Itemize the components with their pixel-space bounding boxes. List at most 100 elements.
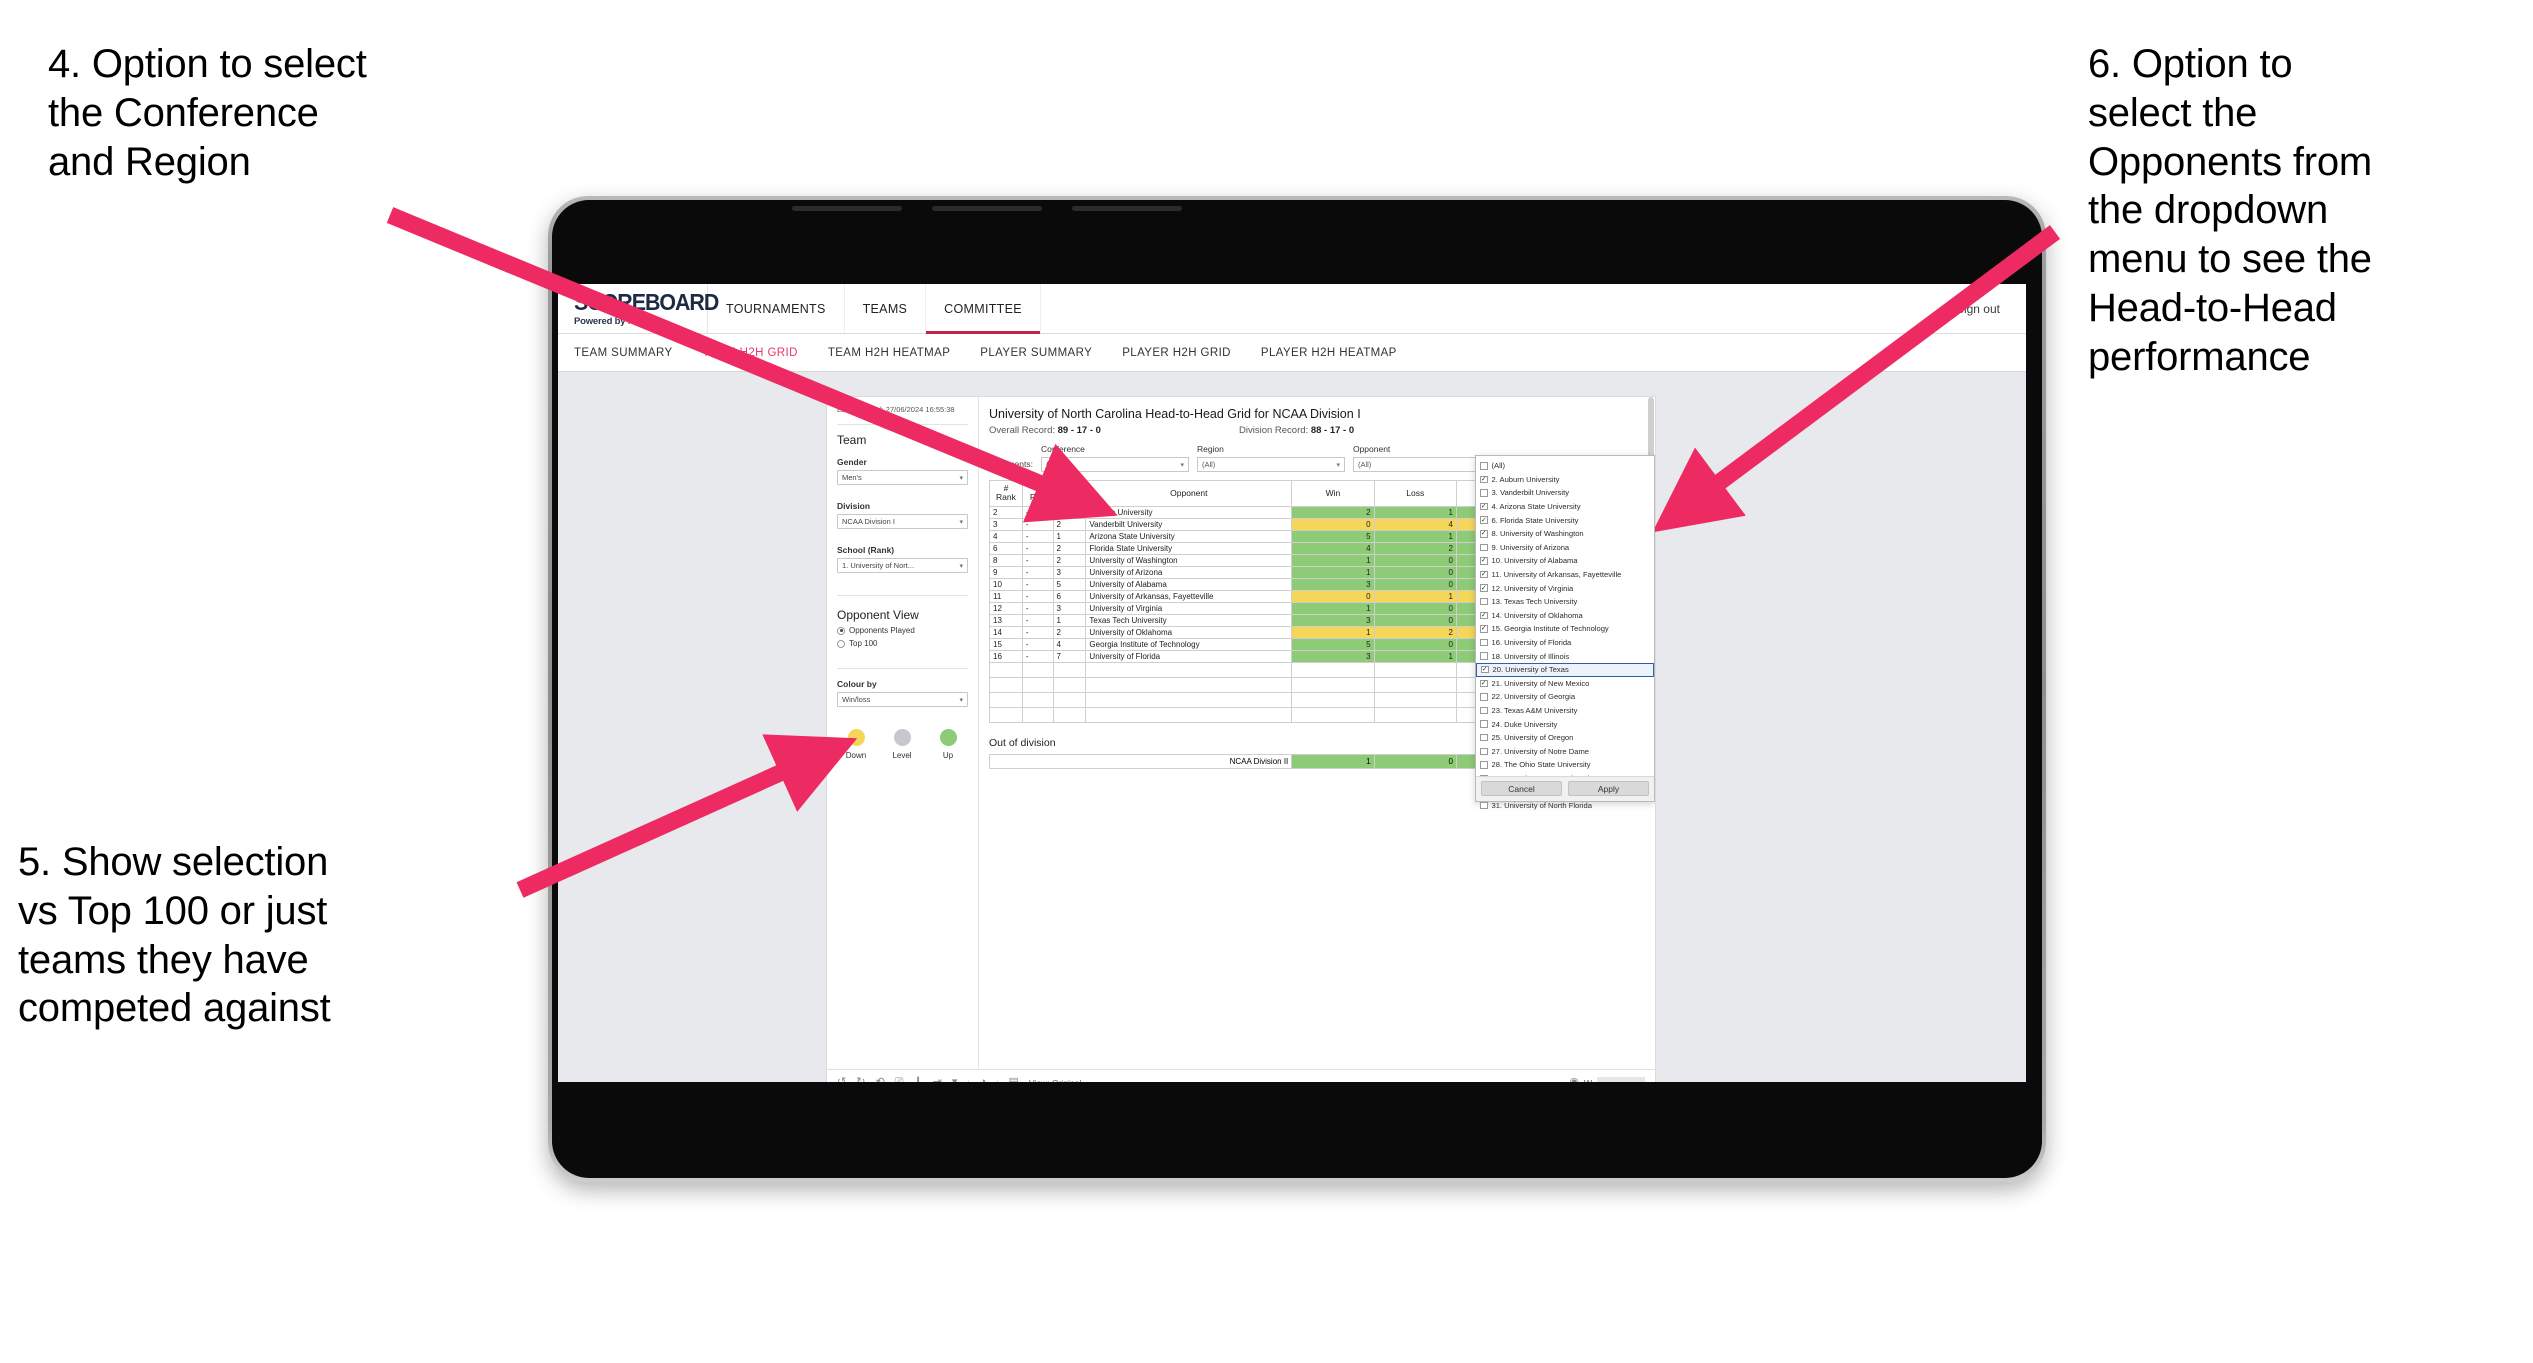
opponent-option[interactable]: 28. The Ohio State University bbox=[1476, 758, 1654, 772]
pause-updates-icon[interactable]: ❙ bbox=[913, 1077, 922, 1083]
opponent-option[interactable]: ✓ 10. University of Alabama bbox=[1476, 554, 1654, 568]
checkbox-icon[interactable] bbox=[1480, 597, 1488, 606]
opponent-option[interactable]: ✓ 11. University of Arkansas, Fayettevill… bbox=[1476, 568, 1654, 582]
table-row[interactable]: 14-2 University of Oklahoma 1 2 bbox=[989, 625, 1505, 639]
opponent-option[interactable]: 9. University of Arizona bbox=[1476, 541, 1654, 555]
apply-button[interactable]: Apply bbox=[1568, 781, 1649, 796]
opponent-option[interactable]: ✓ 4. Arizona State University bbox=[1476, 500, 1654, 514]
checkbox-icon[interactable]: ✓ bbox=[1480, 570, 1488, 579]
table-row[interactable]: 12-3 University of Virginia 1 0 bbox=[989, 601, 1505, 615]
table-row[interactable]: 16-7 University of Florida 3 1 bbox=[989, 649, 1505, 663]
school-rank-select[interactable]: 1. University of Nort... ▾ bbox=[837, 558, 968, 574]
opponent-option[interactable]: ✓ 21. University of New Mexico bbox=[1476, 677, 1654, 691]
checkbox-icon[interactable]: ✓ bbox=[1480, 475, 1488, 484]
conference-select[interactable]: (All) ▾ bbox=[1040, 457, 1189, 472]
checkbox-icon[interactable] bbox=[1480, 693, 1488, 701]
checkbox-icon[interactable] bbox=[1480, 638, 1488, 647]
checkbox-icon[interactable]: ✓ bbox=[1480, 530, 1488, 538]
undo-icon[interactable]: ↺ bbox=[837, 1077, 846, 1083]
checkbox-icon[interactable] bbox=[1480, 543, 1488, 552]
col-opponent[interactable]: Opponent bbox=[1085, 480, 1293, 507]
opponent-option[interactable]: ✓ 14. University of Oklahoma bbox=[1476, 609, 1654, 623]
checkbox-icon[interactable]: ✓ bbox=[1481, 665, 1489, 674]
opponent-options-list[interactable]: (All) ✓ 2. Auburn University 3. Vanderbilt … bbox=[1476, 456, 1654, 810]
radio-opponents-played[interactable]: Opponents Played bbox=[837, 626, 968, 635]
checkbox-icon[interactable] bbox=[1480, 733, 1488, 742]
share-icon[interactable]: ⇥ bbox=[933, 1077, 942, 1083]
checkbox-icon[interactable]: ✓ bbox=[1480, 611, 1488, 620]
col-rank[interactable]: # Rank bbox=[989, 480, 1023, 507]
subnav-item-player-h2h-heatmap[interactable]: PLAYER H2H HEATMAP bbox=[1261, 347, 1397, 359]
opponent-option[interactable]: 25. University of Oregon bbox=[1476, 731, 1654, 745]
brand-logo[interactable]: SCOREBOARD Powered by Flood bbox=[558, 284, 719, 333]
opponent-option[interactable]: 18. University of Illinois bbox=[1476, 649, 1654, 663]
opponent-option[interactable]: ✓ 15. Georgia Institute of Technology bbox=[1476, 622, 1654, 636]
refresh-data-icon[interactable]: ⎚ bbox=[895, 1077, 904, 1083]
table-row[interactable]: 11-6 University of Arkansas, Fayetteville… bbox=[989, 589, 1505, 603]
subnav-item-player-h2h-grid[interactable]: PLAYER H2H GRID bbox=[1122, 347, 1231, 359]
table-row[interactable]: 3-2 Vanderbilt University 0 4 bbox=[989, 517, 1505, 531]
checkbox-icon[interactable] bbox=[1480, 706, 1488, 715]
nav-item-teams[interactable]: TEAMS bbox=[845, 284, 927, 333]
subnav-item-team-summary[interactable]: TEAM SUMMARY bbox=[574, 347, 673, 359]
view-label[interactable]: View: Original bbox=[1029, 1078, 1081, 1083]
nav-item-committee[interactable]: COMMITTEE bbox=[926, 284, 1041, 334]
checkbox-icon[interactable]: ✓ bbox=[1480, 557, 1488, 565]
opponent-option[interactable]: ✓ 20. University of Texas bbox=[1476, 662, 1654, 677]
opponent-option[interactable]: 23. Texas A&M University bbox=[1476, 704, 1654, 718]
signout-link[interactable]: Sign out bbox=[1956, 302, 2000, 316]
checkbox-icon[interactable]: ✓ bbox=[1480, 625, 1488, 633]
opponent-option[interactable]: 22. University of Georgia bbox=[1476, 690, 1654, 704]
colour-by-select[interactable]: Win/loss ▾ bbox=[837, 692, 968, 708]
checkbox-icon[interactable] bbox=[1480, 489, 1488, 497]
opponent-option[interactable]: ✓ 12. University of Virginia bbox=[1476, 581, 1654, 595]
opponent-option[interactable]: 27. University of Notre Dame bbox=[1476, 744, 1654, 758]
revert-icon[interactable]: ⟲ bbox=[875, 1077, 884, 1083]
col-win[interactable]: Win bbox=[1291, 480, 1375, 507]
region-select[interactable]: (All) ▾ bbox=[1196, 457, 1345, 472]
col-reg[interactable]: # Reg bbox=[1021, 480, 1054, 507]
opponent-option[interactable]: 24. Duke University bbox=[1476, 717, 1654, 731]
checkbox-icon[interactable] bbox=[1480, 761, 1488, 769]
subnav-item-player-summary[interactable]: PLAYER SUMMARY bbox=[980, 347, 1092, 359]
table-row[interactable]: 10-5 University of Alabama 3 0 bbox=[989, 577, 1505, 591]
table-row[interactable]: 8-2 University of Washington 1 0 bbox=[989, 553, 1505, 567]
view-icon[interactable]: ▤ bbox=[1009, 1077, 1019, 1083]
table-row[interactable]: 2-1 Auburn University 2 1 bbox=[989, 505, 1505, 519]
opponent-option[interactable]: 16. University of Florida bbox=[1476, 636, 1654, 650]
table-row[interactable]: 6-2 Florida State University 4 2 bbox=[989, 541, 1505, 555]
gender-select[interactable]: Men's ▾ bbox=[837, 470, 968, 486]
chevron-down-icon[interactable]: ▾ bbox=[952, 1077, 958, 1083]
radio-top-100[interactable]: Top 100 bbox=[837, 639, 968, 648]
history-icon[interactable]: ◔ bbox=[980, 1077, 987, 1083]
opponent-option[interactable]: 3. Vanderbilt University bbox=[1476, 486, 1654, 500]
table-row[interactable]: 15-4 Georgia Institute of Technology 5 0 bbox=[989, 637, 1505, 651]
eye-icon[interactable]: ◉ bbox=[1569, 1077, 1579, 1083]
opponent-dropdown-panel[interactable]: (All) ✓ 2. Auburn University 3. Vanderbilt … bbox=[1475, 455, 1655, 810]
opponent-option[interactable]: 13. Texas Tech University bbox=[1476, 595, 1654, 609]
checkbox-icon[interactable]: ✓ bbox=[1480, 679, 1488, 688]
nav-item-tournaments[interactable]: TOURNAMENTS bbox=[708, 284, 845, 333]
redo-icon[interactable]: ↻ bbox=[856, 1077, 865, 1083]
checkbox-icon[interactable]: ✓ bbox=[1480, 584, 1488, 592]
subnav-item-team-h2h-heatmap[interactable]: TEAM H2H HEATMAP bbox=[828, 347, 950, 359]
division-select[interactable]: NCAA Division I ▾ bbox=[837, 514, 968, 530]
checkbox-icon[interactable] bbox=[1480, 720, 1488, 728]
opponent-option[interactable]: (All) bbox=[1476, 459, 1654, 473]
col-loss[interactable]: Loss bbox=[1373, 480, 1457, 507]
table-row[interactable]: 9-3 University of Arizona 1 0 bbox=[989, 565, 1505, 579]
opponent-option[interactable]: ✓ 8. University of Washington bbox=[1476, 527, 1654, 541]
subnav-item-team-h2h-grid[interactable]: TEAM H2H GRID bbox=[703, 347, 798, 359]
cancel-button[interactable]: Cancel bbox=[1481, 781, 1562, 796]
col-conf[interactable]: # Conf bbox=[1052, 480, 1087, 507]
checkbox-icon[interactable] bbox=[1480, 747, 1488, 756]
checkbox-icon[interactable] bbox=[1480, 462, 1488, 470]
opponent-option[interactable]: ✓ 6. Florida State University bbox=[1476, 513, 1654, 527]
table-row[interactable]: 13-1 Texas Tech University 3 0 bbox=[989, 613, 1505, 627]
checkbox-icon[interactable] bbox=[1480, 652, 1488, 660]
checkbox-icon[interactable]: ✓ bbox=[1480, 502, 1488, 511]
opponent-option[interactable]: ✓ 2. Auburn University bbox=[1476, 473, 1654, 487]
checkbox-icon[interactable]: ✓ bbox=[1480, 516, 1488, 524]
checkbox-icon[interactable] bbox=[1480, 801, 1488, 810]
table-row[interactable]: 4-1 Arizona State University 5 1 bbox=[989, 529, 1505, 543]
